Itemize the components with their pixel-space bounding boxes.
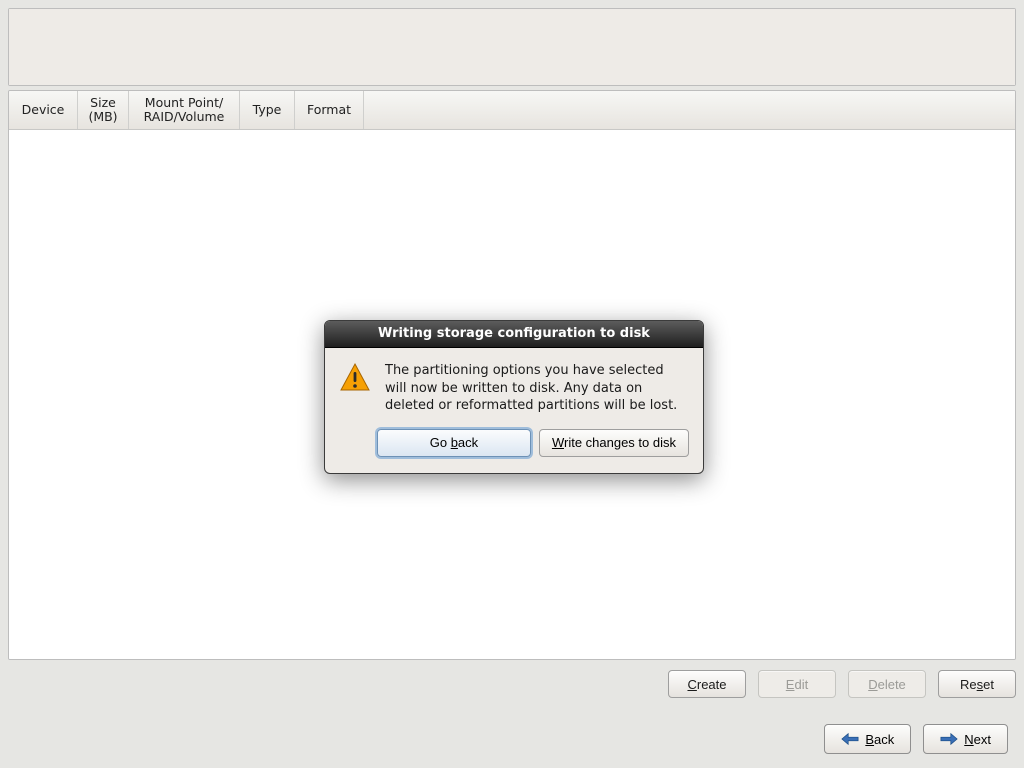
arrow-left-icon [841, 732, 859, 746]
col-device[interactable]: Device [9, 91, 78, 129]
dialog-title: Writing storage configuration to disk [325, 321, 703, 348]
wizard-nav: Back Next [824, 724, 1008, 754]
arrow-right-icon [940, 732, 958, 746]
dialog-buttons: Go back Write changes to disk [325, 423, 703, 473]
create-button[interactable]: Create [668, 670, 746, 698]
write-storage-dialog: Writing storage configuration to disk Th… [324, 320, 704, 474]
col-size[interactable]: Size (MB) [78, 91, 129, 129]
col-filler [364, 91, 1015, 129]
write-changes-button[interactable]: Write changes to disk [539, 429, 689, 457]
col-format[interactable]: Format [295, 91, 364, 129]
warning-icon [339, 362, 371, 394]
disk-graphic-placeholder [9, 9, 1015, 85]
delete-button: Delete [848, 670, 926, 698]
go-back-button[interactable]: Go back [377, 429, 531, 457]
partition-action-row: Create Edit Delete Reset [8, 670, 1016, 698]
back-button[interactable]: Back [824, 724, 911, 754]
col-type[interactable]: Type [240, 91, 295, 129]
next-button[interactable]: Next [923, 724, 1008, 754]
reset-button[interactable]: Reset [938, 670, 1016, 698]
column-headers: Device Size (MB) Mount Point/ RAID/Volum… [9, 91, 1015, 130]
dialog-message: The partitioning options you have select… [385, 362, 687, 415]
disk-graphic-panel [8, 8, 1016, 86]
edit-button: Edit [758, 670, 836, 698]
col-mount[interactable]: Mount Point/ RAID/Volume [129, 91, 240, 129]
